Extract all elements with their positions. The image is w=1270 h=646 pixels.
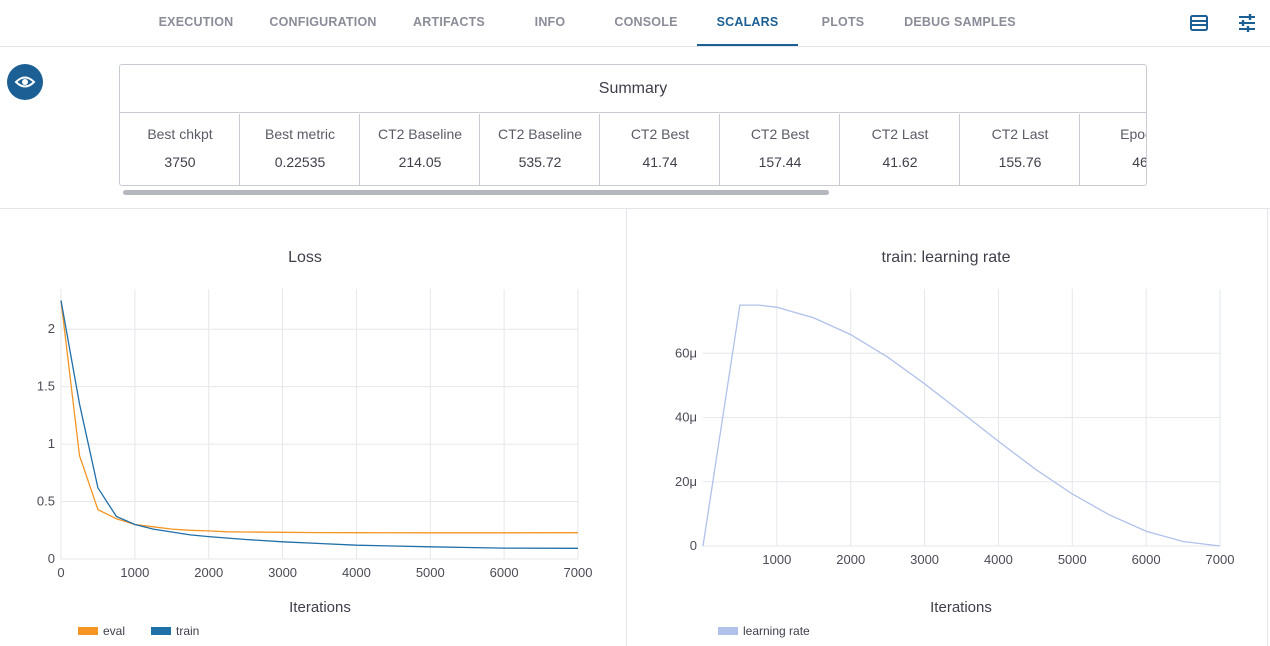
x-axis-label: Iterations	[930, 599, 992, 616]
legend-label[interactable]: eval	[103, 624, 125, 638]
summary-column-value: 0.22535	[274, 154, 326, 170]
legend-swatch	[151, 627, 171, 635]
tab-debug-samples[interactable]: DEBUG SAMPLES	[899, 0, 1021, 47]
summary-column-value: 155.76	[998, 154, 1042, 170]
x-tick-label: 0	[57, 565, 64, 580]
y-tick-label: 0	[48, 551, 55, 566]
chart-divider	[1267, 209, 1268, 646]
summary-column-header: Best metric	[264, 126, 335, 142]
y-tick-label: 1	[48, 436, 55, 451]
x-tick-label: 4000	[984, 552, 1013, 567]
summary-column-header: Epoch	[1120, 126, 1146, 142]
x-axis-label: Iterations	[289, 599, 351, 616]
summary-column: CT2 Baseline 535.72	[480, 114, 600, 185]
top-navigation: EXECUTION CONFIGURATION ARTIFACTS INFO C…	[0, 0, 1270, 47]
summary-horizontal-scrollbar[interactable]	[123, 190, 829, 195]
x-tick-label: 2000	[836, 552, 865, 567]
summary-column: CT2 Best 41.74	[600, 114, 720, 185]
summary-column: Epoch 46	[1080, 114, 1147, 185]
summary-column: CT2 Best 157.44	[720, 114, 840, 185]
tab-execution[interactable]: EXECUTION	[147, 0, 245, 47]
legend-swatch	[718, 627, 738, 635]
chart-title: Loss	[288, 249, 322, 266]
legend-label[interactable]: train	[176, 624, 199, 638]
tab-info[interactable]: INFO	[521, 0, 579, 47]
summary-column: CT2 Last 155.76	[960, 114, 1080, 185]
x-tick-label: 1000	[762, 552, 791, 567]
x-tick-label: 6000	[490, 565, 519, 580]
tune-settings-icon[interactable]	[1236, 12, 1258, 34]
summary-column: CT2 Baseline 214.05	[360, 114, 480, 185]
tab-configuration[interactable]: CONFIGURATION	[262, 0, 384, 47]
tab-artifacts[interactable]: ARTIFACTS	[404, 0, 494, 47]
x-tick-label: 5000	[416, 565, 445, 580]
x-tick-label: 4000	[342, 565, 371, 580]
learning-rate-chart[interactable]: train: learning rate 1000 2000 3000 4000 500…	[627, 209, 1267, 646]
summary-columns: Best chkpt 3750 Best metric 0.22535 CT2 …	[120, 114, 1147, 185]
summary-panel: Summary Best chkpt 3750 Best metric 0.22…	[119, 64, 1147, 186]
summary-column-header: CT2 Baseline	[497, 126, 583, 142]
tab-console[interactable]: CONSOLE	[606, 0, 686, 47]
y-tick-label: 20μ	[675, 474, 697, 489]
summary-column-value: 3750	[164, 154, 196, 170]
summary-column-header: CT2 Last	[871, 126, 929, 142]
summary-column-header: Best chkpt	[147, 126, 213, 142]
summary-column: CT2 Last 41.62	[840, 114, 960, 185]
x-tick-label: 1000	[120, 565, 149, 580]
active-tab-indicator	[697, 44, 798, 46]
x-tick-label: 2000	[194, 565, 223, 580]
eye-icon	[14, 76, 36, 88]
summary-title: Summary	[120, 65, 1146, 113]
x-tick-label: 7000	[1206, 552, 1235, 567]
chart-title: train: learning rate	[882, 249, 1011, 266]
series-line-learning-rate[interactable]	[702, 304, 1221, 547]
summary-column-value: 157.44	[758, 154, 802, 170]
summary-column: Best chkpt 3750	[120, 114, 240, 185]
legend-swatch	[78, 627, 98, 635]
summary-column-value: 41.62	[882, 154, 918, 170]
y-tick-label: 60μ	[675, 345, 697, 360]
series-line-eval[interactable]	[60, 300, 579, 534]
tab-scalars[interactable]: SCALARS	[697, 0, 798, 47]
toggle-visibility-button[interactable]	[7, 64, 43, 100]
summary-column-header: CT2 Best	[750, 126, 810, 142]
summary-column-header: CT2 Best	[630, 126, 690, 142]
y-tick-label: 0	[690, 538, 697, 553]
series-line-train[interactable]	[60, 300, 579, 549]
summary-column-value: 535.72	[518, 154, 562, 170]
y-tick-label: 1.5	[37, 379, 55, 394]
summary-column-value: 214.05	[398, 154, 442, 170]
x-tick-label: 3000	[910, 552, 939, 567]
x-tick-label: 5000	[1058, 552, 1087, 567]
summary-column-header: CT2 Last	[991, 126, 1049, 142]
summary-column-header: CT2 Baseline	[377, 126, 463, 142]
summary-column-value: 46	[1132, 154, 1147, 170]
y-tick-label: 0.5	[37, 494, 55, 509]
legend-label[interactable]: learning rate	[743, 624, 810, 638]
summary-column: Best metric 0.22535	[240, 114, 360, 185]
y-tick-label: 40μ	[675, 410, 697, 425]
tab-plots[interactable]: PLOTS	[813, 0, 873, 47]
y-tick-label: 2	[48, 321, 55, 336]
list-view-icon[interactable]	[1188, 12, 1210, 34]
x-tick-label: 3000	[268, 565, 297, 580]
x-tick-label: 6000	[1132, 552, 1161, 567]
x-tick-label: 7000	[564, 565, 593, 580]
summary-column-value: 41.74	[642, 154, 678, 170]
loss-chart[interactable]: Loss 0 1000 2000 3000 4000 5000 6000 7000 0 0.5 1 1…	[0, 209, 626, 646]
